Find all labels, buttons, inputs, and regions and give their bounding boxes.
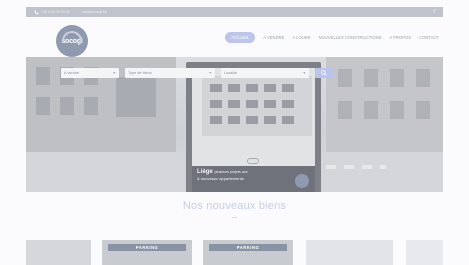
billboard-facade (202, 76, 312, 136)
nav-item-accueil[interactable]: ACCUEIL (225, 32, 256, 43)
listing-card[interactable] (306, 240, 393, 265)
site-logo[interactable]: socogi (56, 25, 88, 57)
transaction-select[interactable]: A vendre ▼ (61, 68, 119, 78)
logo-arc-icon (62, 31, 82, 43)
property-type-select[interactable]: Type de biens ▼ (125, 68, 215, 78)
billboard-screen: Liège plusieurs projets aux & nouveaux ap… (192, 68, 315, 192)
listing-card[interactable]: PARKING (203, 240, 293, 265)
hero-billboard: Liège plusieurs projets aux & nouveaux ap… (186, 62, 321, 192)
listing-banner: PARKING (108, 244, 186, 251)
chevron-down-icon: ▼ (208, 71, 212, 75)
nav-item-a-louer[interactable]: A LOUER (292, 35, 310, 40)
facebook-icon[interactable]: f (433, 9, 435, 15)
billboard-bike-icon (247, 158, 259, 164)
nav-item-contact[interactable]: CONTACT (419, 35, 439, 40)
section-title-divider (232, 217, 237, 218)
phone-link[interactable]: +32 4 00 00 00 00 (34, 10, 70, 15)
billboard-line1: Liège plusieurs projets aux (197, 169, 248, 175)
listing-card[interactable] (406, 240, 443, 265)
search-button[interactable] (315, 68, 333, 78)
billboard-line2: & nouveaux appartements (197, 176, 244, 181)
location-select[interactable]: Localité ▼ (221, 68, 309, 78)
search-icon (321, 70, 327, 76)
phone-icon (34, 10, 39, 14)
section-title: Nos nouveaux biens (182, 200, 287, 212)
listing-card[interactable] (26, 240, 91, 265)
main-nav: ACCUEIL A VENDRE A LOUER NOUVELLES CONST… (225, 32, 443, 43)
listing-banner: PARKING (209, 244, 287, 251)
listings-grid: PARKING PARKING (26, 240, 443, 265)
nav-item-a-vendre[interactable]: A VENDRE (263, 35, 284, 40)
site-header: socogi ACCUEIL A VENDRE A LOUER NOUVELLE… (26, 17, 443, 57)
page: +32 4 00 00 00 00 info@socogi.be f socog… (0, 0, 469, 265)
location-select-value: Localité (224, 71, 238, 75)
property-type-select-value: Type de biens (128, 71, 152, 75)
phone-number: +32 4 00 00 00 00 (41, 10, 71, 14)
chevron-down-icon: ▼ (112, 71, 116, 75)
billboard-caption: Liège plusieurs projets aux & nouveaux ap… (192, 166, 315, 192)
chevron-down-icon: ▼ (302, 71, 306, 75)
listing-card[interactable]: PARKING (102, 240, 192, 265)
search-form: A vendre ▼ Type de biens ▼ Localité ▼ (61, 67, 353, 79)
nav-item-nouvelles-constructions[interactable]: NOUVELLES CONSTRUCTIONS (319, 35, 382, 40)
nav-item-a-propos[interactable]: A PROPOS (389, 35, 411, 40)
transaction-select-value: A vendre (64, 71, 79, 75)
billboard-logo-icon (295, 174, 309, 188)
email-link[interactable]: info@socogi.be (82, 10, 107, 14)
top-bar: +32 4 00 00 00 00 info@socogi.be f (26, 7, 443, 17)
